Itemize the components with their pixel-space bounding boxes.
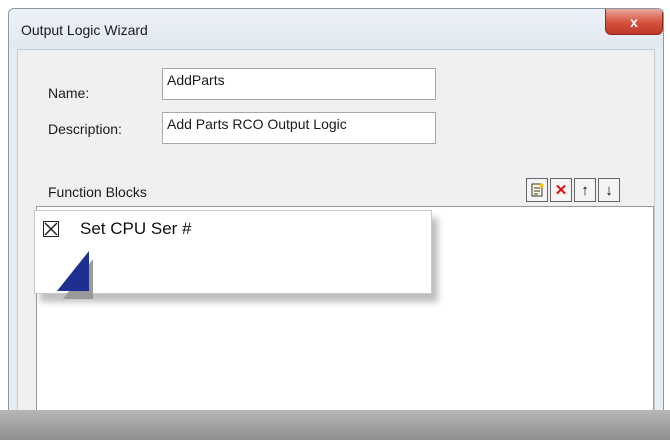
function-blocks-label: Function Blocks: [48, 184, 147, 200]
new-document-icon: [531, 183, 544, 197]
arrow-down-icon: ↓: [605, 181, 613, 199]
list-item-label[interactable]: Set CPU Ser #: [80, 219, 192, 239]
title-bar[interactable]: Output Logic Wizard x: [9, 9, 663, 49]
close-icon: x: [630, 13, 638, 30]
pointer-arrow-icon: [57, 251, 93, 299]
delete-icon: ✕: [554, 182, 568, 199]
function-blocks-toolbar: ✕ ↑ ↓: [526, 178, 620, 202]
delete-block-button[interactable]: ✕: [550, 178, 572, 202]
move-down-button[interactable]: ↓: [598, 178, 620, 202]
description-field[interactable]: Add Parts RCO Output Logic: [162, 112, 436, 144]
close-button[interactable]: x: [605, 9, 663, 35]
function-block-callout: Set CPU Ser #: [34, 210, 432, 299]
item-checkbox[interactable]: [43, 221, 59, 237]
bottom-frame: [0, 410, 670, 440]
name-field[interactable]: AddParts: [162, 68, 436, 100]
arrow-up-icon: ↑: [581, 181, 589, 199]
new-block-button[interactable]: [526, 178, 548, 202]
name-label: Name:: [48, 85, 90, 101]
description-label: Description:: [48, 121, 122, 137]
window-title: Output Logic Wizard: [21, 22, 148, 38]
move-up-button[interactable]: ↑: [574, 178, 596, 202]
